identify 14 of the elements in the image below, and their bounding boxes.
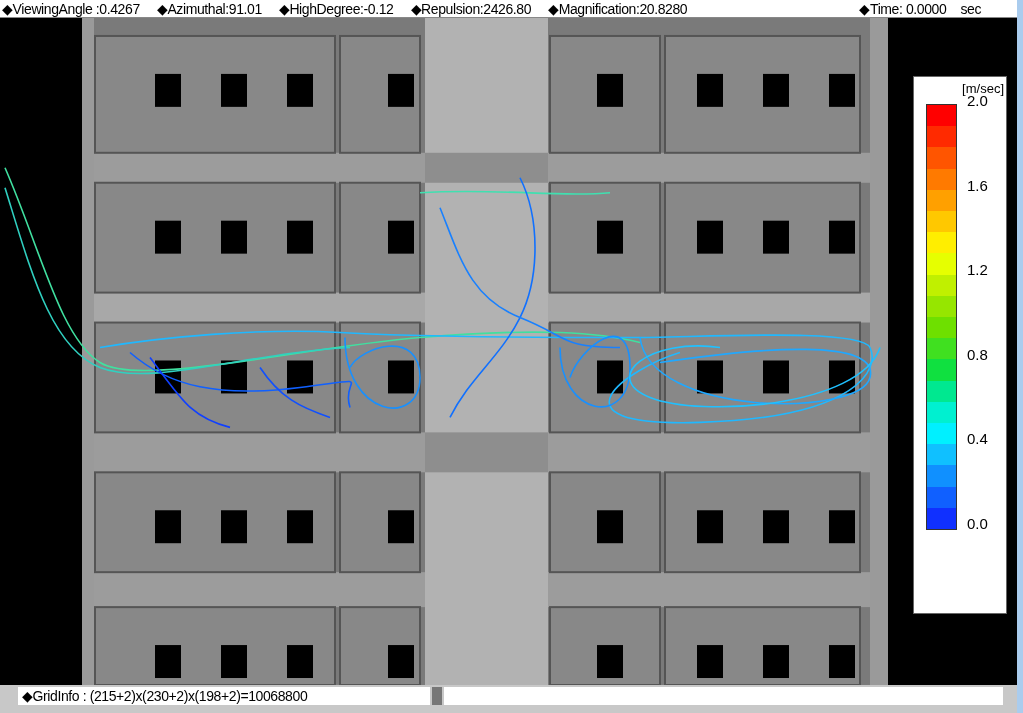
legend-tick-label: 0.0	[967, 514, 988, 532]
grid-info-text: ◆GridInfo : (215+2)x(230+2)x(198+2)=10068800	[18, 687, 430, 705]
time-unit: sec	[960, 0, 981, 17]
readout-text: ◆Repulsion:2426.80	[410, 0, 532, 17]
readout-text: ◆HighDegree:-0.12	[278, 0, 394, 17]
legend-tick-label: 0.4	[967, 430, 988, 448]
time-readout: ◆Time: 0.0000	[859, 0, 947, 17]
legend-tick-label: 1.2	[967, 261, 988, 279]
readout-text: ◆ViewingAngle :0.4267	[2, 0, 140, 17]
legend-tick-label: 0.8	[967, 345, 988, 363]
splitter-handle[interactable]	[432, 687, 442, 705]
readout-text: ◆Azimuthal:91.01	[156, 0, 262, 17]
readout-text: ◆Magnification:20.8280	[548, 0, 688, 17]
legend-tick-label: 1.6	[967, 176, 988, 194]
